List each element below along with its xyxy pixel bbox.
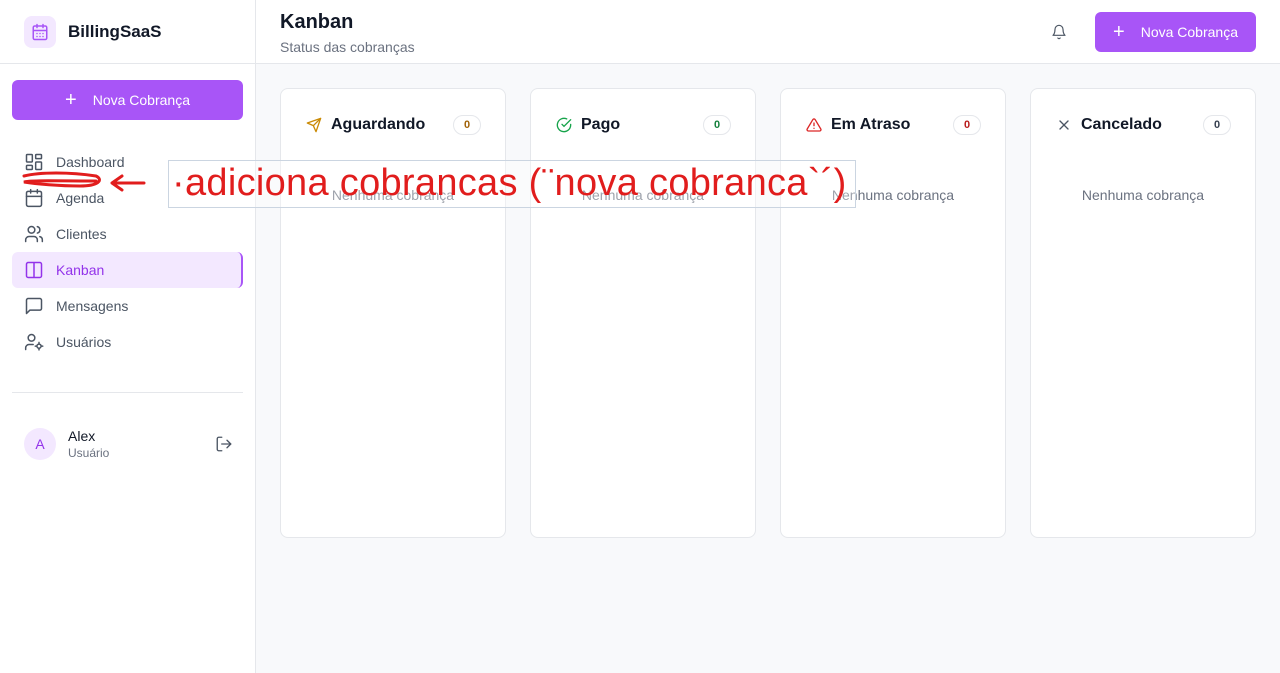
annotation-arrow [110,174,146,192]
annotation-underline [22,171,101,188]
annotation-marks [22,171,146,192]
